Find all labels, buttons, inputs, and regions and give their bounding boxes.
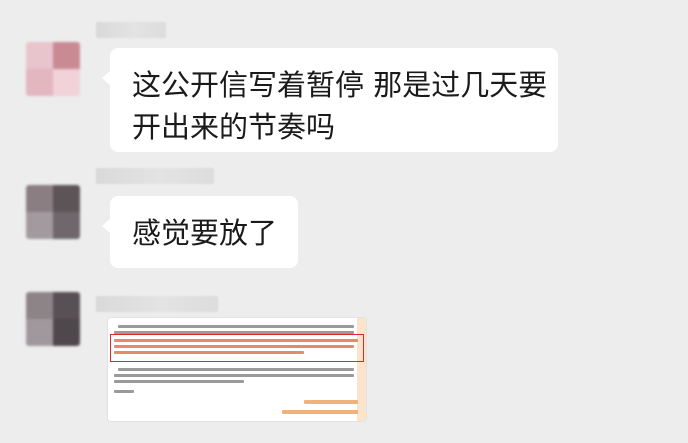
- message-text: 感觉要放了: [132, 216, 278, 250]
- avatar[interactable]: [26, 42, 80, 96]
- highlight-frame: [110, 334, 364, 362]
- sender-name: [96, 168, 214, 184]
- sender-name: [96, 296, 218, 312]
- document-signature: [282, 410, 358, 414]
- message-bubble[interactable]: 这公开信写着暂停 那是过几天要 开出来的节奏吗: [102, 48, 558, 152]
- message-text: 开出来的节奏吗: [132, 110, 336, 144]
- document-signature: [304, 400, 358, 404]
- avatar[interactable]: [26, 292, 80, 346]
- message-text: 这公开信写着暂停 那是过几天要: [132, 68, 548, 102]
- image-message[interactable]: [108, 318, 366, 421]
- sender-name: [96, 22, 166, 38]
- message-bubble[interactable]: 感觉要放了: [102, 196, 298, 268]
- avatar[interactable]: [26, 185, 80, 239]
